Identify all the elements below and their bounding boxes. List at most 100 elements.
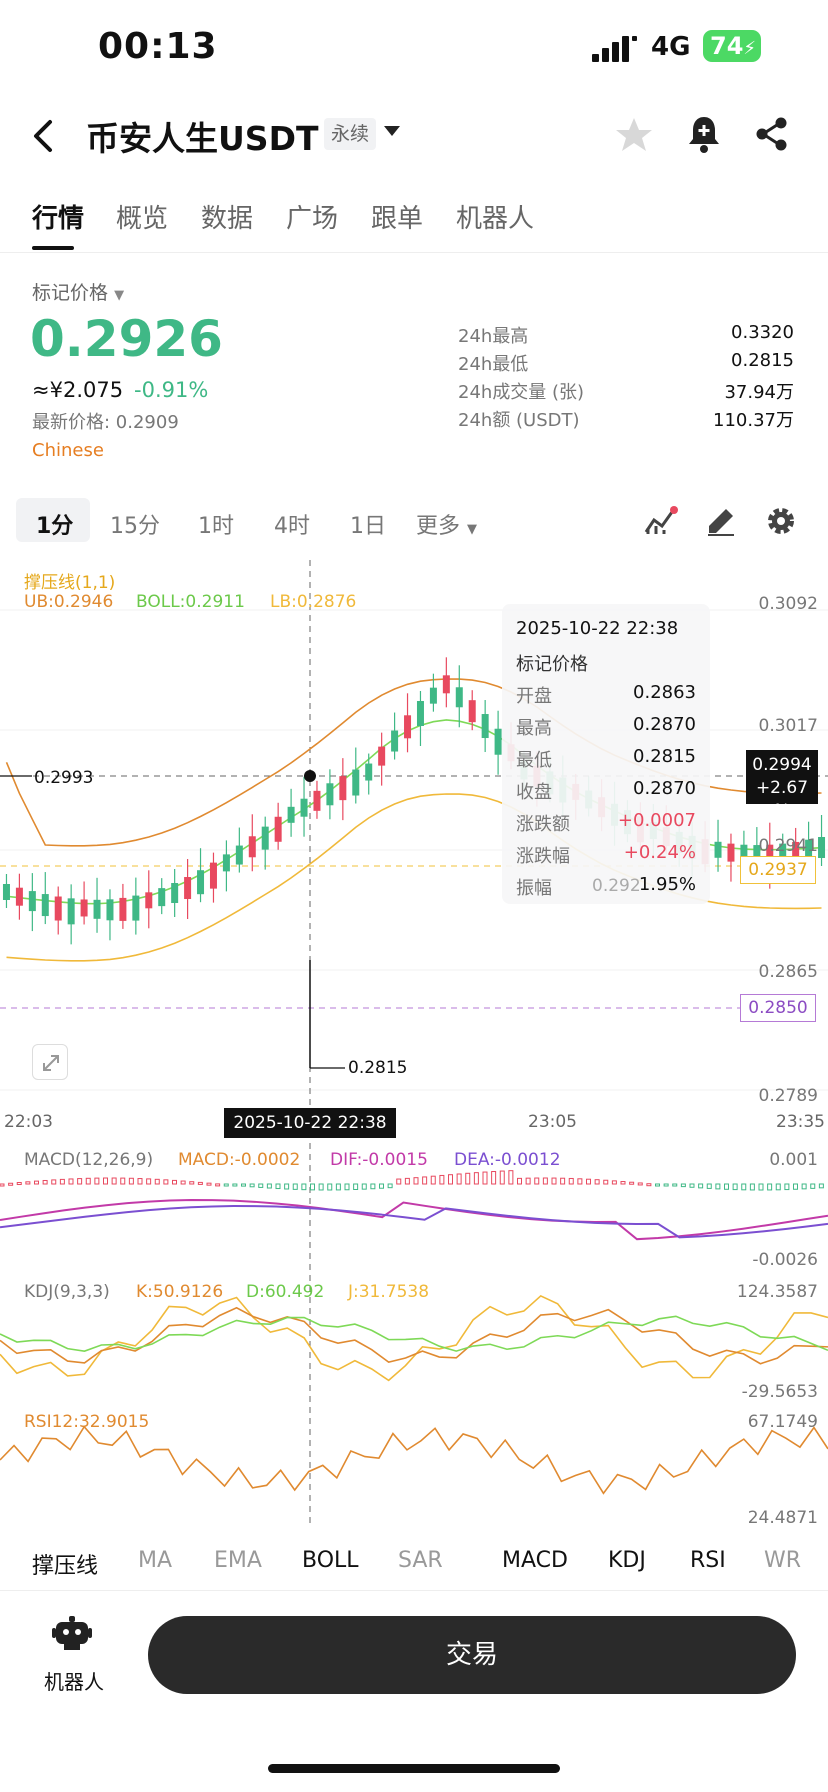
fullscreen-expand-icon[interactable] [32, 1044, 68, 1080]
price-alert-bell-icon[interactable] [686, 114, 722, 154]
candle-body [235, 845, 243, 865]
indicator-tab-support-resistance[interactable]: 撑压线 [32, 1548, 98, 1580]
tab-square[interactable]: 广场 [286, 198, 338, 235]
tab-copy-trading[interactable]: 跟单 [371, 198, 423, 235]
macd-bar [594, 1179, 600, 1185]
rsi-line [0, 1425, 828, 1495]
kdj-axis-bottom: -29.5653 [741, 1382, 818, 1402]
candle-body [416, 701, 424, 727]
stat-value: 0.3320 [731, 322, 794, 343]
kdj-d-line [0, 1315, 828, 1352]
dif-value: DIF:-0.0015 [330, 1150, 428, 1170]
robot-icon[interactable] [52, 1616, 92, 1650]
macd-bar [51, 1179, 57, 1185]
macd-bar [361, 1183, 367, 1190]
active-tab-indicator [32, 246, 74, 250]
tooltip-row-label: 振幅 [516, 878, 552, 899]
macd-bar [620, 1181, 626, 1185]
macd-title: MACD(12,26,9) [24, 1150, 154, 1170]
kdj-axis-top: 124.3587 [736, 1282, 818, 1302]
indicator-tab-boll[interactable]: BOLL [302, 1548, 359, 1573]
macd-bar [784, 1183, 790, 1191]
candle-body [287, 806, 295, 823]
candle-body [209, 862, 217, 889]
macd-bar [25, 1181, 31, 1185]
macd-bar [284, 1183, 290, 1190]
caret-down-icon: ▼ [467, 522, 478, 537]
caret-down-icon: ▼ [114, 288, 125, 303]
signal-icon [592, 36, 637, 62]
pair-dropdown-icon[interactable] [384, 126, 400, 138]
macd-bar [801, 1183, 807, 1190]
time-axis-tick: 23:35 [776, 1112, 825, 1132]
macd-bar [560, 1177, 566, 1185]
ghost-price-label: 0.292 [592, 876, 641, 896]
candle-body [248, 836, 256, 858]
candle-body [378, 746, 386, 766]
bots-label[interactable]: 机器人 [44, 1666, 104, 1695]
pair-title[interactable]: 币安人生USDT [86, 112, 318, 160]
language-link[interactable]: Chinese [32, 440, 104, 461]
macd-bar [258, 1183, 264, 1188]
interval-1m[interactable]: 1分 [36, 508, 73, 540]
charging-icon: ⚡ [743, 38, 757, 59]
macd-bar [499, 1170, 505, 1185]
share-icon[interactable] [754, 116, 790, 152]
interval-more[interactable]: 更多 ▼ [416, 508, 477, 540]
tab-bots[interactable]: 机器人 [456, 198, 534, 235]
indicator-tab-kdj[interactable]: KDJ [608, 1548, 646, 1573]
crosshair-change: +2.67 % [755, 778, 809, 821]
mark-price-selector[interactable]: 标记价格 ▼ [32, 278, 124, 305]
candle-body [106, 899, 114, 921]
gear-icon[interactable] [766, 506, 796, 536]
candle-body [119, 897, 127, 921]
macd-bar [749, 1183, 755, 1191]
candle-body [158, 888, 166, 907]
stat-label: 24h成交量 (张) [458, 382, 585, 403]
price-change: -0.91% [134, 378, 209, 402]
macd-bar [404, 1177, 410, 1185]
macd-bar [85, 1177, 91, 1185]
back-icon[interactable] [28, 116, 58, 156]
tooltip-row-value: +0.24% [623, 842, 696, 863]
indicator-tab-sar[interactable]: SAR [398, 1548, 443, 1573]
candle-body [818, 836, 826, 858]
interval-15m[interactable]: 15分 [110, 508, 160, 540]
interval-1d[interactable]: 1日 [350, 508, 386, 540]
macd-bar [275, 1183, 281, 1190]
indicator-chart-icon[interactable] [644, 506, 678, 536]
indicator-tab-rsi[interactable]: RSI [690, 1548, 726, 1573]
candle-body [2, 884, 10, 900]
interval-4h[interactable]: 4时 [274, 508, 310, 540]
tooltip-row-value: 1.95% [638, 874, 696, 895]
macd-bar [301, 1183, 307, 1191]
tab-data[interactable]: 数据 [201, 198, 253, 235]
macd-bar [34, 1180, 39, 1185]
macd-bar [189, 1181, 195, 1185]
battery-level: 74 [710, 32, 744, 60]
perpetual-tag: 永续 [324, 118, 376, 150]
favorite-star-icon[interactable] [614, 115, 654, 155]
macd-bar [542, 1177, 548, 1185]
tab-market[interactable]: 行情 [32, 198, 84, 235]
macd-bar [422, 1176, 428, 1185]
tooltip-row-value: 0.2815 [633, 746, 696, 767]
tooltip-row-label: 最低 [516, 750, 552, 771]
drawing-pen-icon[interactable] [706, 506, 736, 536]
indicator-tab-macd[interactable]: MACD [502, 1548, 568, 1573]
macd-bar [77, 1178, 83, 1185]
tooltip-row-label: 涨跌额 [516, 814, 570, 835]
indicator-tab-ma[interactable]: MA [138, 1548, 172, 1573]
indicator-tab-ema[interactable]: EMA [214, 1548, 262, 1573]
macd-bar [42, 1179, 48, 1185]
candle-body [300, 798, 308, 817]
candle-body [261, 826, 269, 850]
interval-1h[interactable]: 1时 [198, 508, 234, 540]
tab-overview[interactable]: 概览 [116, 198, 168, 235]
candle-body [197, 870, 205, 895]
indicator-tab-wr[interactable]: WR [764, 1548, 801, 1573]
trade-button[interactable]: 交易 [148, 1616, 796, 1694]
macd-bar [586, 1178, 591, 1185]
macd-bar [335, 1183, 341, 1191]
candle-body [80, 899, 88, 917]
